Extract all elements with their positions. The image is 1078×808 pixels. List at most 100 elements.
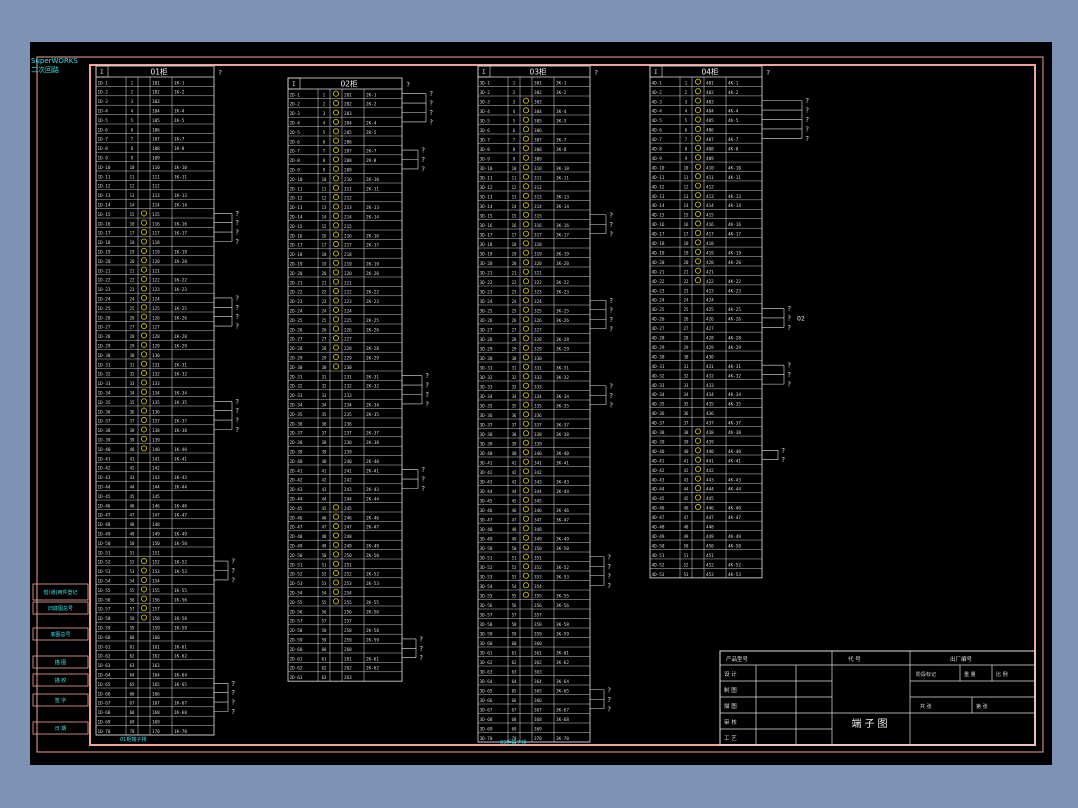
wire-number: 162 — [152, 654, 160, 660]
terminal-label: 2D-45 — [290, 506, 303, 512]
terminal-number: 39 — [684, 439, 689, 444]
terminal-label: 1D-68 — [98, 710, 111, 716]
terminal-label: 1D-2 — [98, 90, 109, 96]
titleblock-row-label: 描 图 — [724, 702, 737, 710]
terminal-label: 3D-30 — [480, 356, 493, 362]
wire-number: 219 — [344, 262, 352, 268]
destination-label: 2K-59 — [366, 638, 379, 644]
terminal-number: 34 — [512, 394, 517, 399]
terminal-number: 31 — [130, 362, 135, 367]
terminal-number: 35 — [512, 403, 517, 408]
destination-label: 1K-62 — [174, 654, 187, 660]
terminal-number: 45 — [130, 494, 135, 499]
wire-number: 441 — [706, 458, 714, 464]
wire-number: 167 — [152, 701, 160, 707]
wire-number: 363 — [534, 669, 542, 675]
destination-label: 3K-1 — [556, 80, 567, 86]
wire-number: 413 — [706, 194, 714, 200]
destination-label: 4K-1 — [728, 80, 739, 86]
terminal-label: 4D-6 — [652, 128, 663, 134]
destination-label: 1K-43 — [174, 475, 187, 481]
terminal-label: 2D-10 — [290, 177, 303, 183]
drawing-canvas: 借(通)用件登记旧底图总号底图总号描 图描 校签 字日 期I 01柜 ?1D-1 1 1… — [30, 42, 1052, 765]
terminal-number: 17 — [684, 232, 689, 237]
terminal-number: 20 — [322, 271, 327, 276]
destination-label: 4K-2 — [728, 90, 739, 96]
titleblock-cell-label: 出厂编号 — [950, 655, 973, 663]
terminal-label: 4D-50 — [652, 543, 665, 549]
header-corner-mark: I — [654, 69, 658, 76]
destination-label: 1K-34 — [174, 391, 187, 397]
terminal-number: 46 — [322, 515, 327, 520]
terminal-number: 12 — [130, 184, 135, 189]
terminal-label: 3D-13 — [480, 194, 493, 200]
terminal-label: 1D-64 — [98, 673, 111, 679]
destination-label: 4K-7 — [728, 137, 739, 143]
unresolved-mark: ? — [235, 219, 239, 227]
wire-number: 326 — [534, 318, 542, 324]
terminal-label: 2D-40 — [290, 459, 303, 465]
terminal-label: 3D-68 — [480, 717, 493, 723]
wire-number: 341 — [534, 460, 542, 466]
destination-label: 3K-16 — [556, 223, 569, 229]
terminal-label: 4D-25 — [652, 307, 665, 313]
destination-label: 2K-58 — [366, 628, 379, 634]
wire-number: 447 — [706, 515, 714, 521]
unresolved-mark: ? — [609, 392, 613, 400]
terminal-label: 4D-33 — [652, 383, 665, 389]
wire-number: 161 — [152, 644, 160, 650]
titleblock-cell-label: 产品型号 — [726, 655, 749, 663]
wire-number: 419 — [706, 250, 714, 256]
header-corner-mark: I — [100, 69, 104, 76]
wire-number: 165 — [152, 682, 160, 688]
terminal-number: 43 — [130, 475, 135, 480]
unresolved-mark: ? — [235, 238, 239, 246]
wire-number: 349 — [534, 536, 542, 542]
destination-label: 1K-59 — [174, 626, 187, 632]
terminal-number: 13 — [684, 194, 689, 199]
destination-label: 3K-55 — [556, 593, 569, 599]
terminal-number: 43 — [322, 487, 327, 492]
unresolved-mark: ? — [607, 686, 611, 694]
terminal-number: 54 — [512, 584, 517, 589]
terminal-label: 1D-19 — [98, 250, 111, 256]
terminal-number: 42 — [322, 478, 327, 483]
wire-number: 125 — [152, 306, 160, 312]
terminal-number: 52 — [322, 572, 327, 577]
terminal-label: 1D-17 — [98, 231, 111, 237]
terminal-number: 16 — [322, 233, 327, 238]
wire-number: 310 — [534, 166, 542, 172]
destination-label: 3K-7 — [556, 137, 567, 143]
terminal-number: 44 — [684, 487, 689, 492]
terminal-number: 23 — [322, 299, 327, 304]
destination-label: 3K-58 — [556, 622, 569, 628]
unresolved-mark: ? — [429, 90, 433, 98]
terminal-number: 42 — [512, 470, 517, 475]
terminal-label: 3D-15 — [480, 213, 493, 219]
terminal-label: 4D-30 — [652, 354, 665, 360]
terminal-number: 15 — [684, 213, 689, 218]
terminal-number: 11 — [322, 186, 327, 191]
destination-label: 2K-55 — [366, 600, 379, 606]
destination-label: 4K-8 — [728, 147, 739, 153]
terminal-number: 49 — [322, 544, 327, 549]
wire-number: 346 — [534, 508, 542, 514]
terminal-number: 63 — [130, 663, 135, 668]
terminal-number: 50 — [130, 541, 135, 546]
destination-label: 4K-17 — [728, 232, 741, 238]
wire-number: 238 — [344, 440, 352, 446]
destination-label: 2K-49 — [366, 544, 379, 550]
wire-number: 369 — [534, 726, 542, 732]
terminal-number: 36 — [130, 409, 135, 414]
wire-number: 440 — [706, 449, 714, 455]
destination-label: 3K-32 — [556, 375, 569, 381]
terminal-label: 2D-62 — [290, 666, 303, 672]
terminal-label: 3D-63 — [480, 669, 493, 675]
destination-label: 2K-4 — [366, 121, 377, 127]
destination-label: 2K-19 — [366, 262, 379, 268]
terminal-number: 57 — [130, 607, 135, 612]
unresolved-mark: ? — [235, 426, 239, 434]
stray-mark: ? — [218, 69, 222, 77]
wire-number: 230 — [344, 365, 352, 371]
terminal-label: 3D-66 — [480, 698, 493, 704]
